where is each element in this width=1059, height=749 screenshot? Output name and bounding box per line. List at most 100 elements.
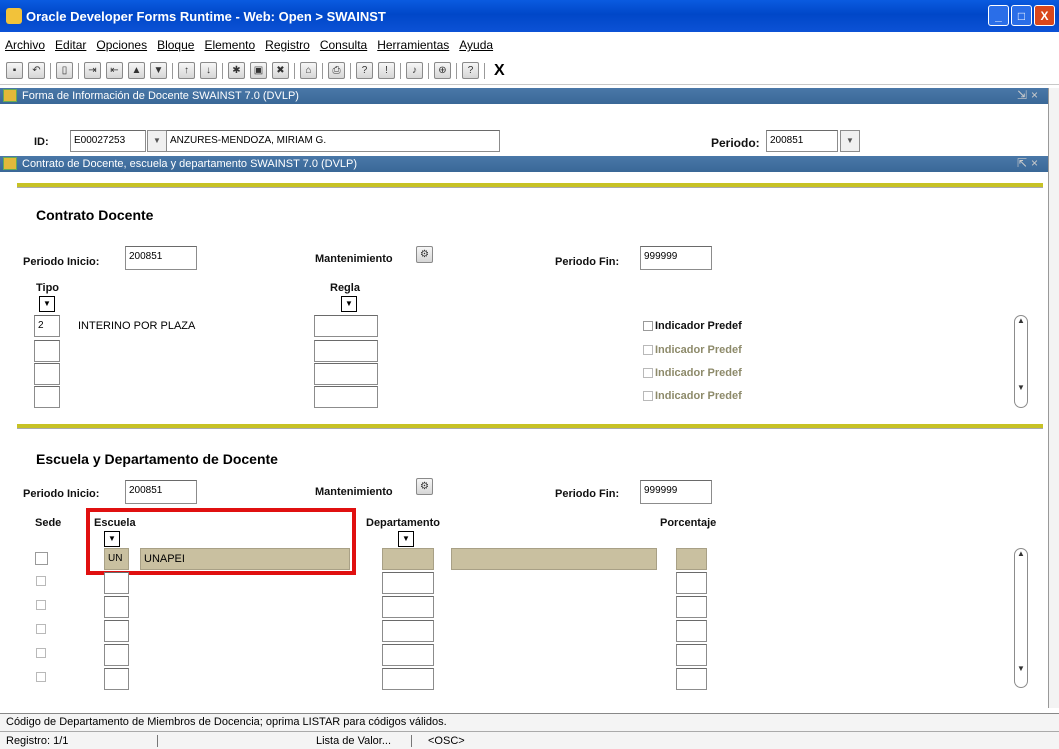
porcentaje-field[interactable] xyxy=(676,548,707,570)
id-dropdown-icon[interactable]: ▼ xyxy=(147,130,167,152)
menu-consulta[interactable]: Consulta xyxy=(320,38,367,52)
scroll-up-icon[interactable]: ▲ xyxy=(1015,549,1027,558)
delete-record-icon[interactable]: ▣ xyxy=(250,62,267,79)
periodo-dropdown-icon[interactable]: ▼ xyxy=(840,130,860,152)
scroll-down-icon[interactable]: ▼ xyxy=(1015,664,1027,673)
close-button[interactable]: X xyxy=(1034,5,1055,26)
clear-record-icon[interactable]: ✖ xyxy=(272,62,289,79)
regla-field[interactable] xyxy=(314,363,378,385)
list-of-values-indicator: Lista de Valor... xyxy=(312,734,412,747)
porcentaje-field[interactable] xyxy=(676,668,707,690)
indicador-checkbox[interactable] xyxy=(643,321,653,331)
insert-record-icon[interactable]: ✱ xyxy=(228,62,245,79)
departamento-field[interactable] xyxy=(382,596,434,618)
menu-herramientas[interactable]: Herramientas xyxy=(377,38,449,52)
sede-checkbox[interactable] xyxy=(35,552,48,565)
escuela-code-field[interactable] xyxy=(104,644,129,666)
rollback-icon[interactable]: ↶ xyxy=(28,62,45,79)
periodo-fin-field[interactable]: 999999 xyxy=(640,246,712,270)
departamento-field[interactable] xyxy=(382,644,434,666)
menu-registro[interactable]: Registro xyxy=(265,38,310,52)
tipo-field[interactable] xyxy=(34,386,60,408)
maintenance-icon[interactable]: ⚙ xyxy=(416,246,433,263)
indicador-checkbox[interactable] xyxy=(643,345,653,355)
periodo-field[interactable]: 200851 xyxy=(766,130,838,152)
sede-checkbox[interactable] xyxy=(36,648,46,658)
tipo-description: INTERINO POR PLAZA xyxy=(78,320,196,332)
departamento-field[interactable] xyxy=(382,548,434,570)
enter-query-icon[interactable]: ? xyxy=(356,62,373,79)
sede-checkbox[interactable] xyxy=(36,576,46,586)
form-icon xyxy=(3,157,17,170)
window-titlebar: Oracle Developer Forms Runtime - Web: Op… xyxy=(0,0,1059,32)
tipo-field[interactable] xyxy=(34,340,60,362)
periodo-inicio-field[interactable]: 200851 xyxy=(125,246,197,270)
window-scrollbar[interactable] xyxy=(1048,88,1059,708)
escuela-code-field[interactable] xyxy=(104,668,129,690)
scroll-up-icon[interactable]: ▲ xyxy=(1015,316,1027,325)
print-icon[interactable]: ⎙ xyxy=(328,62,345,79)
menu-archivo[interactable]: Archivo xyxy=(5,38,45,52)
next-record-icon[interactable]: ↓ xyxy=(200,62,217,79)
menu-editar[interactable]: Editar xyxy=(55,38,86,52)
departamento-field[interactable] xyxy=(382,668,434,690)
periodo-fin-field[interactable]: 999999 xyxy=(640,480,712,504)
escuela-code-field[interactable] xyxy=(104,572,129,594)
porcentaje-field[interactable] xyxy=(676,596,707,618)
form-info-panel-buttons[interactable]: ⇲× xyxy=(1017,88,1042,102)
sede-checkbox[interactable] xyxy=(36,624,46,634)
maintenance-icon[interactable]: ⚙ xyxy=(416,478,433,495)
extract-icon[interactable]: ⌂ xyxy=(300,62,317,79)
periodo-inicio-field[interactable]: 200851 xyxy=(125,480,197,504)
exit-x-icon[interactable]: X xyxy=(494,62,505,80)
menu-ayuda[interactable]: Ayuda xyxy=(459,38,493,52)
porcentaje-field[interactable] xyxy=(676,572,707,594)
menu-opciones[interactable]: Opciones xyxy=(96,38,147,52)
next-field-icon[interactable]: ⇥ xyxy=(84,62,101,79)
indicador-checkbox[interactable] xyxy=(643,368,653,378)
escuela-code-field[interactable] xyxy=(104,620,129,642)
escuela-dropdown-icon[interactable]: ▼ xyxy=(104,531,120,547)
help-icon[interactable]: ? xyxy=(462,62,479,79)
tipo-field[interactable]: 2 xyxy=(34,315,60,337)
departamento-field[interactable] xyxy=(382,620,434,642)
menu-bloque[interactable]: Bloque xyxy=(157,38,194,52)
departamento-dropdown-icon[interactable]: ▼ xyxy=(398,531,414,547)
departamento-field[interactable] xyxy=(382,572,434,594)
save-icon[interactable]: ▪ xyxy=(6,62,23,79)
globe-icon[interactable]: ⊕ xyxy=(434,62,451,79)
sede-checkbox[interactable] xyxy=(36,672,46,682)
contrato-panel-buttons[interactable]: ⇱× xyxy=(1017,156,1042,170)
next-block-icon[interactable]: ▼ xyxy=(150,62,167,79)
mantenimiento-label: Mantenimiento xyxy=(315,253,393,265)
menu-elemento[interactable]: Elemento xyxy=(204,38,255,52)
escuela-code-field[interactable] xyxy=(104,596,129,618)
escuela-scrollbar[interactable]: ▲ ▼ xyxy=(1014,548,1028,688)
minimize-button[interactable]: _ xyxy=(988,5,1009,26)
contrato-scrollbar[interactable]: ▲ ▼ xyxy=(1014,315,1028,408)
id-field[interactable]: E00027253 xyxy=(70,130,146,152)
regla-field[interactable] xyxy=(314,315,378,337)
periodo-inicio-label: Periodo Inicio: xyxy=(23,256,100,268)
execute-query-icon[interactable]: ! xyxy=(378,62,395,79)
indicador-checkbox[interactable] xyxy=(643,391,653,401)
regla-dropdown-icon[interactable]: ▼ xyxy=(341,296,357,312)
sede-checkbox[interactable] xyxy=(36,600,46,610)
window-title: Oracle Developer Forms Runtime - Web: Op… xyxy=(26,8,386,24)
tipo-dropdown-icon[interactable]: ▼ xyxy=(39,296,55,312)
regla-field[interactable] xyxy=(314,340,378,362)
print-page-icon[interactable]: ▯ xyxy=(56,62,73,79)
regla-field[interactable] xyxy=(314,386,378,408)
porcentaje-field[interactable] xyxy=(676,644,707,666)
hint-line: Código de Departamento de Miembros de Do… xyxy=(0,713,1059,731)
previous-record-icon[interactable]: ↑ xyxy=(178,62,195,79)
maximize-button[interactable]: □ xyxy=(1011,5,1032,26)
tipo-field[interactable] xyxy=(34,363,60,385)
porcentaje-field[interactable] xyxy=(676,620,707,642)
escuela-code-field[interactable]: UN xyxy=(104,548,129,570)
scroll-down-icon[interactable]: ▼ xyxy=(1015,383,1027,392)
indicador-label: Indicador Predef xyxy=(655,320,742,332)
previous-field-icon[interactable]: ⇤ xyxy=(106,62,123,79)
speaker-icon[interactable]: ♪ xyxy=(406,62,423,79)
previous-block-icon[interactable]: ▲ xyxy=(128,62,145,79)
